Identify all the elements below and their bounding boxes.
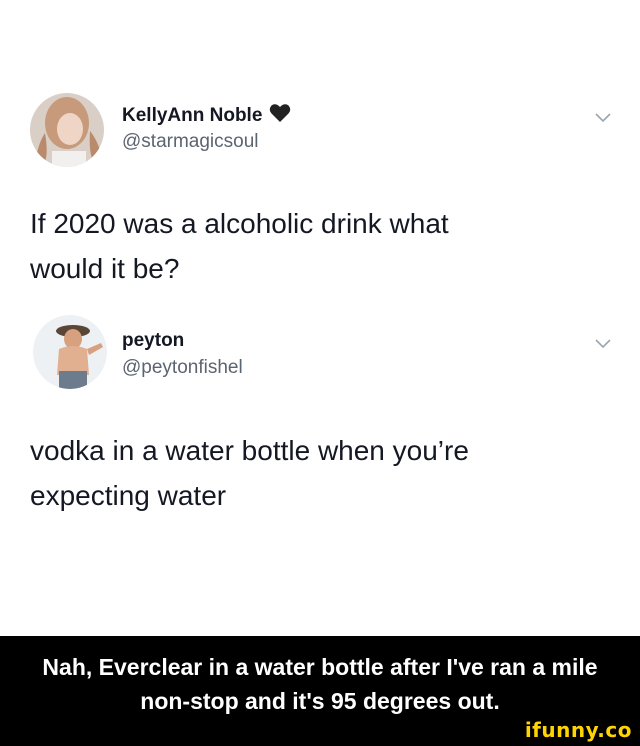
tweet-text-line: If 2020 was a alcoholic drink what (30, 208, 449, 239)
chevron-down-icon[interactable] (594, 110, 612, 123)
tweet-text: vodka in a water bottle when you’re expe… (30, 428, 590, 518)
author-name-text: peyton (122, 330, 185, 351)
chevron-down-icon[interactable] (594, 336, 612, 349)
ifunny-watermark[interactable]: ifunny.co (525, 718, 632, 742)
tweet-text-line: vodka in a water bottle when you’re (30, 435, 469, 466)
tweet-author-name[interactable]: KellyAnn Noble (122, 103, 291, 129)
black-heart-icon (269, 103, 291, 129)
author-name-text: KellyAnn Noble (122, 105, 263, 126)
tweet-text-line: expecting water (30, 480, 227, 511)
tweet-author-name[interactable]: peyton (122, 330, 184, 352)
avatar-kellyann[interactable] (30, 93, 104, 167)
caption-line: non-stop and it's 95 degrees out. (140, 688, 500, 714)
tweet-text: If 2020 was a alcoholic drink what would… (30, 201, 590, 291)
caption-line: Nah, Everclear in a water bottle after I… (42, 654, 598, 680)
caption-text: Nah, Everclear in a water bottle after I… (20, 650, 620, 718)
tweet-card: KellyAnn Noble @starmagicsoul If 2020 wa… (0, 0, 640, 636)
caption-bar: Nah, Everclear in a water bottle after I… (0, 636, 640, 746)
tweet-author-handle[interactable]: @peytonfishel (122, 357, 243, 379)
tweet-author-handle[interactable]: @starmagicsoul (122, 131, 259, 153)
tweet-text-line: would it be? (30, 253, 180, 284)
avatar-peyton[interactable] (33, 315, 107, 389)
